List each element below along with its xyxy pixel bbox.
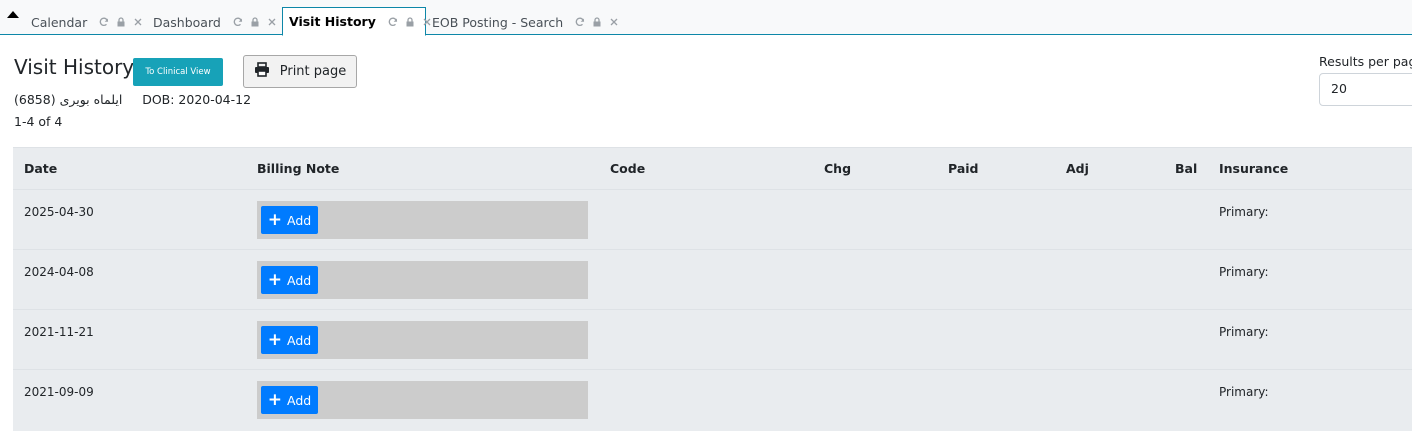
- billing-note-cell: + Add: [257, 201, 588, 239]
- table-row: 2024-04-08 + Add Primary:: [13, 249, 1412, 309]
- add-label: Add: [287, 332, 312, 348]
- lock-icon[interactable]: [250, 17, 260, 27]
- tab-bar: Calendar Dashboard Visit History EOB Pos…: [0, 0, 1412, 36]
- column-header-paid: Paid: [948, 161, 979, 176]
- patient-dob: DOB: 2020-04-12: [142, 92, 252, 107]
- visit-date: 2021-11-21: [24, 325, 94, 339]
- table-row: 2021-11-21 + Add Primary:: [13, 309, 1412, 369]
- refresh-icon[interactable]: [233, 17, 243, 27]
- column-header-insurance: Insurance: [1219, 161, 1289, 176]
- column-header-bal: Bal: [1175, 161, 1198, 176]
- tab-calendar[interactable]: Calendar: [25, 8, 143, 36]
- billing-note-cell: + Add: [257, 321, 588, 359]
- result-range: 1-4 of 4: [14, 114, 63, 129]
- column-header-adj: Adj: [1066, 161, 1089, 176]
- add-billing-note-button[interactable]: + Add: [261, 266, 318, 294]
- print-page-label: Print page: [279, 64, 347, 79]
- column-header-date: Date: [24, 161, 58, 176]
- column-header-chg: Chg: [824, 161, 852, 176]
- table-row: 2025-04-30 + Add Primary:: [13, 189, 1412, 249]
- tab-label: EOB Posting - Search: [432, 14, 564, 30]
- patient-info: (6858) ایلماه بویری DOB: 2020-04-12: [14, 92, 251, 107]
- collapse-caret-icon[interactable]: [7, 11, 19, 18]
- table-row: 2021-09-09 + Add Primary:: [13, 369, 1412, 429]
- refresh-icon[interactable]: [575, 17, 585, 27]
- visit-table: Date Billing Note Code Chg Paid Adj Bal …: [13, 147, 1412, 431]
- tab-visit-history[interactable]: Visit History: [282, 7, 431, 36]
- tab-eob-posting-search[interactable]: EOB Posting - Search: [426, 8, 619, 36]
- tab-label: Visit History: [289, 14, 376, 29]
- column-header-billing-note: Billing Note: [257, 161, 340, 176]
- billing-note-cell: + Add: [257, 261, 588, 299]
- add-billing-note-button[interactable]: + Add: [261, 206, 318, 234]
- lock-icon[interactable]: [592, 17, 602, 27]
- visit-date: 2025-04-30: [24, 205, 94, 219]
- patient-id: (6858): [14, 92, 56, 107]
- plus-icon: +: [267, 209, 283, 230]
- visit-date: 2024-04-08: [24, 265, 94, 279]
- lock-icon[interactable]: [405, 16, 415, 27]
- refresh-icon[interactable]: [388, 17, 398, 27]
- results-per-page-select[interactable]: 20: [1319, 73, 1412, 106]
- column-header-code: Code: [610, 161, 646, 176]
- print-page-button[interactable]: Print page: [243, 55, 357, 88]
- patient-name: ایلماه بویری: [59, 92, 123, 107]
- plus-icon: +: [267, 389, 283, 410]
- refresh-icon[interactable]: [99, 17, 109, 27]
- printer-icon: [254, 62, 270, 81]
- close-icon[interactable]: [609, 17, 619, 27]
- close-icon[interactable]: [267, 17, 277, 27]
- lock-icon[interactable]: [116, 17, 126, 27]
- insurance-cell: Primary:: [1219, 325, 1269, 339]
- add-label: Add: [287, 392, 312, 408]
- tab-label: Calendar: [31, 14, 88, 30]
- add-billing-note-button[interactable]: + Add: [261, 386, 318, 414]
- add-label: Add: [287, 272, 312, 288]
- results-per-page-label: Results per page: [1319, 54, 1412, 69]
- insurance-cell: Primary:: [1219, 385, 1269, 399]
- close-icon[interactable]: [133, 17, 143, 27]
- add-label: Add: [287, 212, 312, 228]
- to-clinical-view-button[interactable]: To Clinical View: [133, 58, 223, 86]
- insurance-cell: Primary:: [1219, 265, 1269, 279]
- tab-label: Dashboard: [153, 14, 221, 30]
- billing-note-cell: + Add: [257, 381, 588, 419]
- insurance-cell: Primary:: [1219, 205, 1269, 219]
- add-billing-note-button[interactable]: + Add: [261, 326, 318, 354]
- page-title: Visit History: [14, 55, 135, 79]
- plus-icon: +: [267, 269, 283, 290]
- visit-date: 2021-09-09: [24, 385, 94, 399]
- plus-icon: +: [267, 329, 283, 350]
- tab-dashboard[interactable]: Dashboard: [147, 8, 277, 36]
